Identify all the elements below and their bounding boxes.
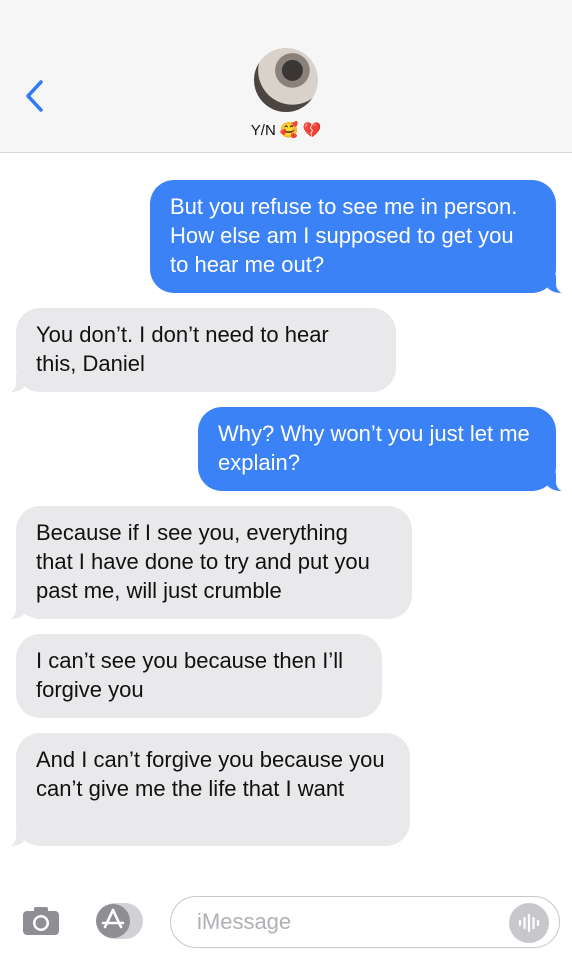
apps-button[interactable] bbox=[94, 902, 144, 940]
message-input-placeholder: iMessage bbox=[197, 909, 292, 934]
message-input[interactable]: iMessage bbox=[170, 896, 560, 948]
compose-bar: iMessage bbox=[0, 888, 572, 960]
message-bubble-incoming[interactable]: Because if I see you, everything that I … bbox=[0, 506, 412, 620]
message-bubble-outgoing[interactable]: Why? Why won’t you just let me explain? bbox=[198, 407, 572, 492]
contact-name-row[interactable]: Y/N 🥰 💔 bbox=[0, 122, 572, 139]
message-bubble-incoming[interactable]: And I can’t forgive you because you can’… bbox=[0, 733, 410, 847]
message-bubble-incoming[interactable]: You don’t. I don’t need to hear this, Da… bbox=[0, 308, 396, 393]
chevron-left-icon bbox=[26, 80, 43, 112]
app-store-icon bbox=[96, 903, 143, 939]
camera-button[interactable] bbox=[22, 906, 60, 936]
contact-avatar[interactable] bbox=[254, 48, 318, 112]
contact-name: Y/N bbox=[250, 122, 276, 139]
smiling-hearts-emoji: 🥰 bbox=[279, 121, 299, 139]
voice-record-button[interactable] bbox=[509, 903, 549, 943]
audio-waveform-icon bbox=[518, 913, 540, 933]
camera-icon bbox=[23, 907, 59, 935]
back-button[interactable] bbox=[18, 76, 50, 116]
message-bubble-outgoing[interactable]: But you refuse to see me in person. How … bbox=[150, 180, 572, 294]
message-bubble-incoming[interactable]: I can’t see you because then I’ll forgiv… bbox=[16, 634, 382, 718]
broken-heart-emoji: 💔 bbox=[302, 121, 322, 139]
conversation-header: Y/N 🥰 💔 bbox=[0, 0, 572, 153]
